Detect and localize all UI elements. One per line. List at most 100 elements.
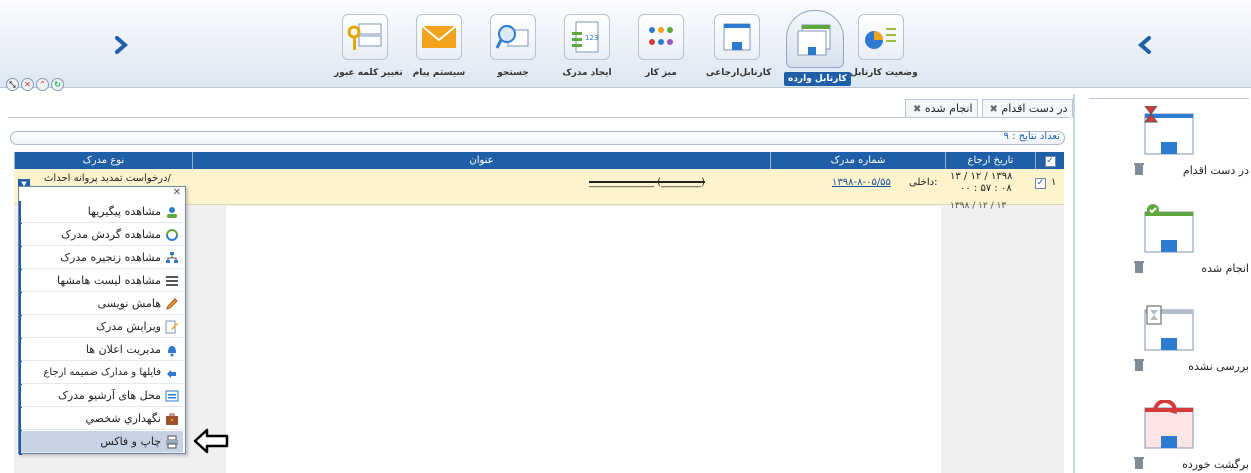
folder-label: برگشت خورده (1182, 458, 1249, 471)
doc-number-prefix: داخلی: (909, 177, 938, 188)
grid-empty-area (226, 206, 941, 473)
envelope-icon (416, 14, 462, 60)
close-tab-icon[interactable]: ✖ (990, 104, 998, 115)
referral-date: ۱۳۹۸ / ۱۲ / ۱۳ (950, 171, 1013, 182)
collapse-icon[interactable]: ⌃ (36, 78, 49, 91)
tool-search[interactable]: جستجو (482, 14, 544, 84)
row-index: ۱ (1051, 177, 1057, 188)
hourglass-tray-icon (1144, 106, 1194, 155)
search-icon (490, 14, 536, 60)
select-all-checkbox[interactable]: ✓ (1044, 156, 1056, 167)
archive-icon (165, 389, 179, 403)
referral-date: ۱۳۹۸ / ۱۲ / ۱۳ (950, 201, 1007, 211)
menu-item-view-annotation-list[interactable]: مشاهده لیست هامشها (21, 270, 183, 292)
tab-label: انجام شده (924, 102, 973, 115)
bell-icon (165, 343, 179, 357)
trash-icon[interactable] (1133, 162, 1145, 176)
check-tray-icon (1144, 204, 1194, 253)
row-checkbox[interactable]: ✓ (1035, 178, 1046, 189)
folder-label: بررسی نشده (1188, 360, 1249, 373)
folder-label: در دست اقدام (1182, 164, 1249, 177)
main-toolbar: وضعیت کارتابل کارتابل وارده کارتابل‌ارجا… (0, 0, 1251, 91)
close-tab-icon[interactable]: ✖ (913, 104, 921, 115)
folder-sidebar: در دست اقدام انجام شده بررسی نشده برگشت … (1073, 94, 1251, 473)
scroll-left-arrow-icon[interactable] (1136, 36, 1154, 54)
menu-item-label: مشاهده لیست هامشها (57, 274, 161, 287)
menu-item-label: چاپ و فاکس (100, 435, 161, 448)
result-count-bar: تعداد نتایج : ۹ (10, 131, 1065, 145)
menu-item-edit-document[interactable]: ویرایش مدرک (21, 316, 183, 338)
tool-label: تغییر کلمه عبور (334, 68, 403, 78)
menu-item-view-chain[interactable]: مشاهده زنجیره مدرک (21, 247, 183, 269)
select-all-cell: ✓ (1035, 152, 1064, 169)
menu-item-view-followups[interactable]: مشاهده پیگیریها (21, 201, 183, 223)
doc-type: درخواست تمدید پروانه احداث/ (44, 173, 171, 184)
returned-tray-icon (1144, 400, 1194, 449)
desk-dots-icon (638, 14, 684, 60)
menu-item-label: ویرایش مدرک (96, 320, 161, 333)
menu-item-label: مدیریت اعلان ها (85, 343, 161, 356)
close-menu-icon[interactable]: ✕ (21, 187, 185, 200)
folder-label: انجام شده (1201, 262, 1249, 275)
col-doc-number[interactable]: شماره مدرک (770, 152, 945, 169)
doc-title-redacted: _____________ (________) (589, 177, 705, 188)
menu-item-attached-files[interactable]: فایلها و مدارک ضمیمه ارجاع (21, 362, 183, 384)
tool-workbox-status[interactable]: وضعیت کارتابل (850, 14, 918, 84)
col-title[interactable]: عنوان (192, 152, 770, 169)
referral-tray-icon (714, 14, 760, 60)
refresh-icon[interactable]: ↻ (51, 78, 64, 91)
window-controls: ⤡ ✕ ⌃ ↻ (6, 78, 64, 91)
folder-unreviewed[interactable]: بررسی نشده (1089, 302, 1249, 392)
tab-done[interactable]: ✖ انجام شده (905, 99, 978, 117)
tab-in-progress[interactable]: ✖ در دست اقدام (981, 99, 1073, 117)
user-followup-icon (165, 205, 179, 219)
tool-messages[interactable]: سیستم پیام (408, 14, 470, 84)
printer-icon (165, 435, 179, 449)
doc-number-link[interactable]: ۱۳۹۸-۸-۰۵/۵۵ (832, 177, 891, 188)
tab-label: در دست اقدام (1001, 102, 1068, 115)
tool-label: کارتابل وارده (784, 72, 851, 86)
close-icon[interactable]: ✕ (21, 78, 34, 91)
col-referral-date[interactable]: تاریخ ارجاع (945, 152, 1035, 169)
menu-item-personal-keep[interactable]: نگهداري شخصي (21, 408, 183, 430)
menu-item-write-annotation[interactable]: هامش نویسی (21, 293, 183, 315)
folder-returned[interactable]: برگشت خورده (1089, 400, 1249, 473)
unreviewed-tray-icon (1144, 305, 1194, 351)
col-doc-type[interactable]: نوع مدرک (14, 152, 192, 169)
tool-label: ایجاد مدرک (562, 68, 612, 78)
tool-inbox[interactable]: کارتابل وارده (784, 10, 851, 86)
folder-done[interactable]: انجام شده (1089, 204, 1249, 294)
trash-icon[interactable] (1133, 456, 1145, 470)
menu-item-label: فایلها و مدارک ضمیمه ارجاع (43, 367, 161, 378)
tool-label: میز کار (645, 68, 677, 78)
circulation-icon (165, 228, 179, 242)
tab-divider (8, 117, 1070, 118)
tool-label: کارتابل‌ارجاعی (706, 68, 772, 78)
row-context-menu: ✕ مشاهده پیگیریها مشاهده گردش مدرک مشاهد… (18, 186, 186, 455)
tool-label: جستجو (497, 68, 529, 78)
menu-item-archive-locations[interactable]: محل های آرشیو مدرک (21, 385, 183, 407)
grid-header: نوع مدرک عنوان شماره مدرک تاریخ ارجاع ✓ (14, 152, 1064, 169)
menu-item-view-circulation[interactable]: مشاهده گردش مدرک (21, 224, 183, 246)
tool-create-doc[interactable]: 123 ایجاد مدرک (556, 14, 618, 84)
pointer-arrow-icon (193, 428, 229, 454)
menu-item-label: نگهداري شخصي (85, 412, 161, 425)
menu-item-manage-notifications[interactable]: مدیریت اعلان ها (21, 339, 183, 361)
pin-icon[interactable]: ⤡ (6, 78, 19, 91)
menu-item-label: مشاهده زنجیره مدرک (60, 251, 161, 264)
scroll-right-arrow-icon[interactable] (112, 36, 130, 54)
pencil-icon (165, 297, 179, 311)
menu-item-label: مشاهده گردش مدرک (61, 228, 161, 241)
folder-in-progress[interactable]: در دست اقدام (1089, 106, 1249, 196)
tab-strip: ✖ در دست اقدام ✖ انجام شده (905, 99, 1073, 117)
edit-document-icon (165, 320, 179, 334)
tool-change-password[interactable]: تغییر کلمه عبور (334, 14, 403, 84)
tool-desk[interactable]: میز کار (630, 14, 692, 84)
menu-item-print-fax[interactable]: چاپ و فاکس (21, 431, 183, 453)
trash-icon[interactable] (1133, 260, 1145, 274)
tool-label: سیستم پیام (412, 68, 466, 78)
list-icon (165, 274, 179, 288)
menu-item-label: محل های آرشیو مدرک (58, 389, 161, 402)
trash-icon[interactable] (1133, 358, 1145, 372)
tool-referral[interactable]: کارتابل‌ارجاعی (706, 14, 772, 84)
